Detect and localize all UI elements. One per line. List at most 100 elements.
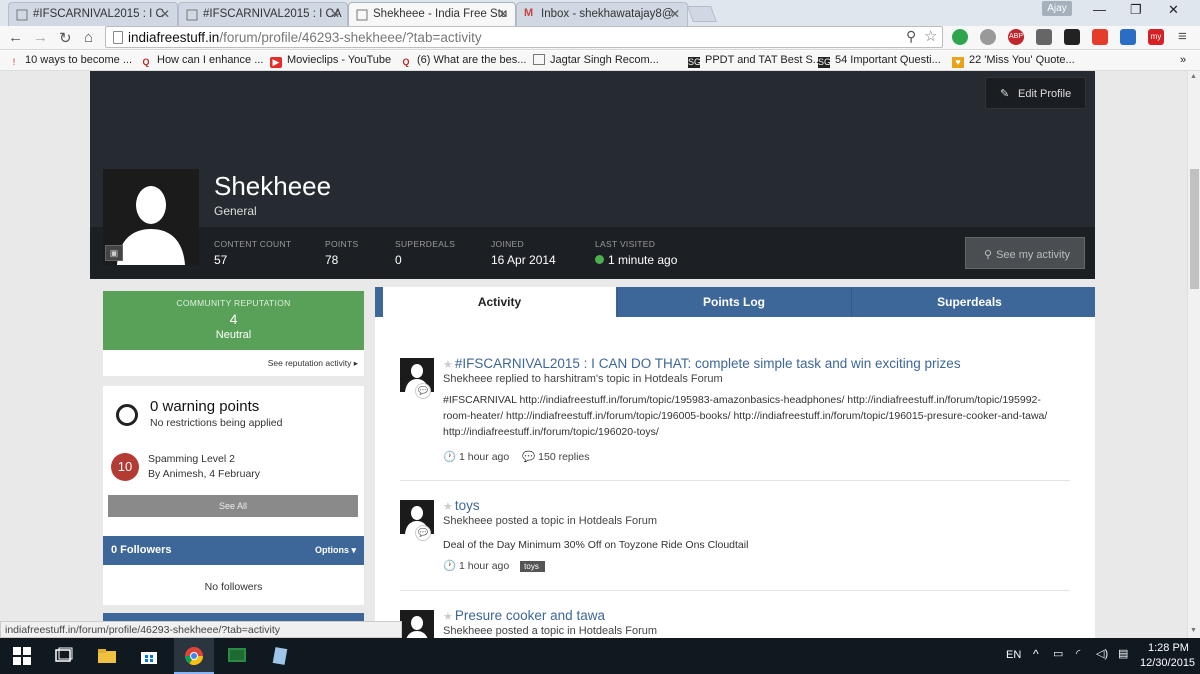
star-icon[interactable]: ★ xyxy=(443,501,453,513)
scrollbar-thumb[interactable] xyxy=(1190,169,1199,289)
change-photo-icon[interactable]: ▣ xyxy=(105,245,123,261)
bookmarks-overflow-icon[interactable]: » xyxy=(1180,54,1186,66)
warning-subtitle: No restrictions being applied xyxy=(150,417,283,429)
reply-comment-icon: 💬 xyxy=(415,383,431,399)
browser-tab-2[interactable]: #IFSCARNIVAL2015 : I CA ✕ xyxy=(178,2,348,26)
profile-chip[interactable]: Ajay xyxy=(1042,1,1072,16)
star-icon[interactable]: ★ xyxy=(443,611,453,623)
activity-title[interactable]: ★ Presure cooker and tawa xyxy=(443,608,605,623)
bookmark-item[interactable]: ! 10 ways to become ... xyxy=(8,54,132,68)
extension-icon[interactable] xyxy=(1036,29,1052,45)
windows-taskbar: EN ^ ▭ ◜ ◁) ▤ 1:28 PM 12/30/2015 xyxy=(0,638,1200,674)
activity-avatar[interactable] xyxy=(400,610,434,638)
search-icon: ⚲ xyxy=(984,249,993,261)
download-extension-icon[interactable] xyxy=(1120,29,1136,45)
minimize-icon[interactable]: — xyxy=(1093,2,1106,17)
stat-content-count: CONTENT COUNT 57 xyxy=(214,239,291,267)
back-arrow-icon[interactable]: ← xyxy=(8,29,23,46)
close-window-icon[interactable]: ✕ xyxy=(1168,2,1179,18)
notifications-icon[interactable]: ▤ xyxy=(1118,647,1128,660)
store-icon[interactable] xyxy=(139,646,159,666)
browser-tab-3[interactable]: Shekheee - India Free Stu ✕ xyxy=(348,2,516,26)
wifi-icon[interactable]: ◜ xyxy=(1076,647,1080,660)
battery-icon[interactable]: ▭ xyxy=(1053,647,1063,660)
restore-icon[interactable]: ❐ xyxy=(1130,2,1142,18)
tab-close-icon[interactable]: ✕ xyxy=(160,7,170,21)
activity-body: #IFSCARNIVAL http://indiafreestuff.in/fo… xyxy=(443,392,1047,440)
zoom-search-icon[interactable]: ⚲ xyxy=(906,28,916,45)
file-explorer-icon[interactable] xyxy=(97,646,117,666)
page-icon xyxy=(113,31,123,44)
tab-points-log[interactable]: Points Log xyxy=(617,287,850,317)
grammarly-extension-icon[interactable] xyxy=(952,29,968,45)
activity-meta: 🕐 1 hour ago 💬 150 replies xyxy=(443,450,590,463)
taskbar-chrome-active[interactable] xyxy=(174,638,214,674)
bookmark-item[interactable]: SG PPDT and TAT Best S... xyxy=(688,54,822,68)
bookmark-item[interactable]: Q (6) What are the bes... xyxy=(400,54,526,68)
bookmark-item[interactable]: SG 54 Important Questi... xyxy=(818,54,941,68)
see-my-activity-button[interactable]: ⚲ See my activity xyxy=(965,237,1085,269)
home-icon[interactable]: ⌂ xyxy=(84,29,93,46)
new-tab-button[interactable] xyxy=(687,6,717,22)
reputation-status: Neutral xyxy=(215,329,252,341)
scroll-down-icon[interactable]: ▼ xyxy=(1190,627,1197,634)
warning-circle-icon xyxy=(116,404,138,426)
reputation-title: COMMUNITY REPUTATION xyxy=(176,298,291,308)
extension-icon[interactable] xyxy=(980,29,996,45)
extension-icon[interactable] xyxy=(1092,29,1108,45)
tab-close-icon[interactable]: ✕ xyxy=(670,7,680,21)
reputation-value: 4 xyxy=(229,311,238,327)
tab-activity[interactable]: Activity xyxy=(383,287,616,317)
adblock-plus-icon[interactable]: ABP xyxy=(1008,29,1024,45)
app-notepad-icon[interactable] xyxy=(270,646,290,666)
stat-value: 78 xyxy=(325,253,339,267)
warning-item-title[interactable]: Spamming Level 2 xyxy=(148,453,235,465)
activity-title[interactable]: ★ toys xyxy=(443,498,480,513)
task-view-icon[interactable] xyxy=(54,646,74,666)
address-bar[interactable]: indiafreestuff.in/forum/profile/46293-sh… xyxy=(105,26,943,48)
edit-profile-button[interactable]: ✎ Edit Profile xyxy=(985,77,1086,109)
tab-close-icon[interactable]: ✕ xyxy=(330,7,340,21)
app-monitor-icon[interactable] xyxy=(227,646,247,666)
show-hidden-icons-icon[interactable]: ^ xyxy=(1033,647,1039,661)
stat-value: 16 Apr 2014 xyxy=(491,253,556,267)
scroll-up-icon[interactable]: ▲ xyxy=(1190,73,1197,80)
site-favicon-icon xyxy=(356,9,368,21)
bookmark-item[interactable]: Jagtar Singh Recom... xyxy=(533,54,659,66)
bookmark-item[interactable]: ♥ 22 'Miss You' Quote... xyxy=(952,54,1075,68)
warning-title: 0 warning points xyxy=(150,398,260,415)
browser-tab-1[interactable]: #IFSCARNIVAL2015 : I C ✕ xyxy=(8,2,178,26)
activity-meta: 🕐 1 hour ago toys xyxy=(443,559,545,572)
tag-pill[interactable]: toys xyxy=(520,561,545,572)
divider xyxy=(400,480,1070,481)
stat-label: CONTENT COUNT xyxy=(214,239,292,249)
myntra-extension-icon[interactable]: my xyxy=(1148,29,1164,45)
page-scrollbar[interactable]: ▲ ▼ xyxy=(1187,71,1200,638)
star-icon[interactable]: ★ xyxy=(443,359,453,371)
windows-start-icon[interactable] xyxy=(12,646,32,666)
language-indicator[interactable]: EN xyxy=(1006,649,1021,661)
followers-body: No followers xyxy=(103,565,364,605)
taskbar-time[interactable]: 1:28 PM xyxy=(1148,642,1189,654)
reload-icon[interactable]: ↻ xyxy=(59,29,72,47)
page-viewport: ✎ Edit Profile ▣ Shekheee General CONTEN… xyxy=(0,71,1187,638)
taskbar-date[interactable]: 12/30/2015 xyxy=(1140,657,1195,669)
bookmark-item[interactable]: Q How can I enhance ... xyxy=(140,54,263,68)
volume-icon[interactable]: ◁) xyxy=(1096,647,1108,660)
warning-points-badge: 10 xyxy=(111,453,139,481)
bookmark-star-icon[interactable]: ☆ xyxy=(924,27,937,45)
followers-options-button[interactable]: Options ▾ xyxy=(315,545,356,556)
see-reputation-link[interactable]: See reputation activity ▸ xyxy=(268,358,358,369)
chrome-menu-icon[interactable]: ≡ xyxy=(1178,28,1187,45)
reputation-footer: See reputation activity ▸ xyxy=(103,350,364,376)
avatar[interactable]: ▣ xyxy=(103,169,199,265)
browser-tab-4[interactable]: M Inbox - shekhawatajay8@ ✕ xyxy=(516,2,688,26)
tab-superdeals[interactable]: Superdeals xyxy=(851,287,1087,317)
extension-icon[interactable] xyxy=(1064,29,1080,45)
see-all-button[interactable]: See All xyxy=(108,495,358,517)
tab-close-icon[interactable]: ✕ xyxy=(498,7,508,21)
forward-arrow-icon[interactable]: → xyxy=(33,29,48,46)
activity-title[interactable]: ★ #IFSCARNIVAL2015 : I CAN DO THAT: compl… xyxy=(443,356,961,371)
followers-header: 0 Followers Options ▾ xyxy=(103,536,364,565)
bookmark-item[interactable]: ▶ Movieclips - YouTube xyxy=(270,54,391,68)
